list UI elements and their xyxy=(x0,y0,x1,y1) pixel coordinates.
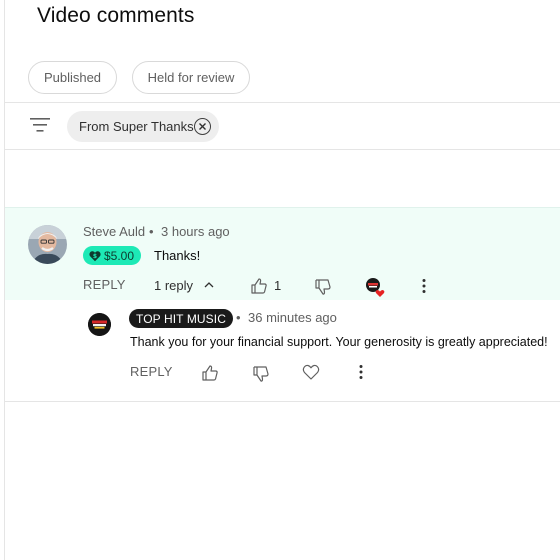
tab-held-for-review[interactable]: Held for review xyxy=(132,61,250,94)
super-thanks-amount: $5.00 xyxy=(104,248,135,263)
comment-timestamp[interactable]: 3 hours ago xyxy=(161,224,230,239)
reply-count-toggle[interactable]: 1 reply xyxy=(154,278,193,293)
filter-chip-super-thanks: From Super Thanks xyxy=(67,111,219,142)
more-options-icon[interactable] xyxy=(415,277,433,295)
tab-published[interactable]: Published xyxy=(28,61,117,94)
meta-separator: • xyxy=(149,224,154,239)
channel-name-badge[interactable]: TOP HIT MUSIC xyxy=(129,309,233,328)
channel-avatar[interactable] xyxy=(88,313,111,336)
close-icon[interactable] xyxy=(194,118,211,135)
like-count: 1 xyxy=(274,278,282,293)
comment-author[interactable]: Steve Auld xyxy=(83,224,145,239)
creator-heart-icon[interactable] xyxy=(364,276,386,298)
filter-chip-label: From Super Thanks xyxy=(79,119,194,134)
reply-timestamp[interactable]: 36 minutes ago xyxy=(248,310,337,325)
thumbs-up-icon[interactable] xyxy=(250,277,268,295)
page-title: Video comments xyxy=(37,4,195,27)
reply-button[interactable]: REPLY xyxy=(83,277,126,292)
thumbs-down-icon[interactable] xyxy=(252,365,270,383)
svg-text:$: $ xyxy=(93,253,97,260)
avatar[interactable] xyxy=(28,225,67,264)
super-thanks-badge: $ $5.00 xyxy=(83,246,141,265)
divider xyxy=(4,149,560,150)
meta-separator: • xyxy=(236,310,241,325)
reply-text: Thank you for your financial support. Yo… xyxy=(130,335,548,349)
more-options-icon[interactable] xyxy=(352,363,370,381)
reply-button[interactable]: REPLY xyxy=(130,364,173,379)
chevron-up-icon[interactable] xyxy=(202,278,216,292)
thumbs-up-icon[interactable] xyxy=(201,364,219,382)
heart-icon[interactable] xyxy=(302,363,320,381)
super-thanks-icon: $ xyxy=(89,250,101,261)
divider xyxy=(4,401,560,402)
comment-text: Thanks! xyxy=(154,248,201,263)
divider xyxy=(4,102,560,103)
thumbs-down-icon[interactable] xyxy=(314,278,332,296)
filter-icon[interactable] xyxy=(30,116,50,134)
